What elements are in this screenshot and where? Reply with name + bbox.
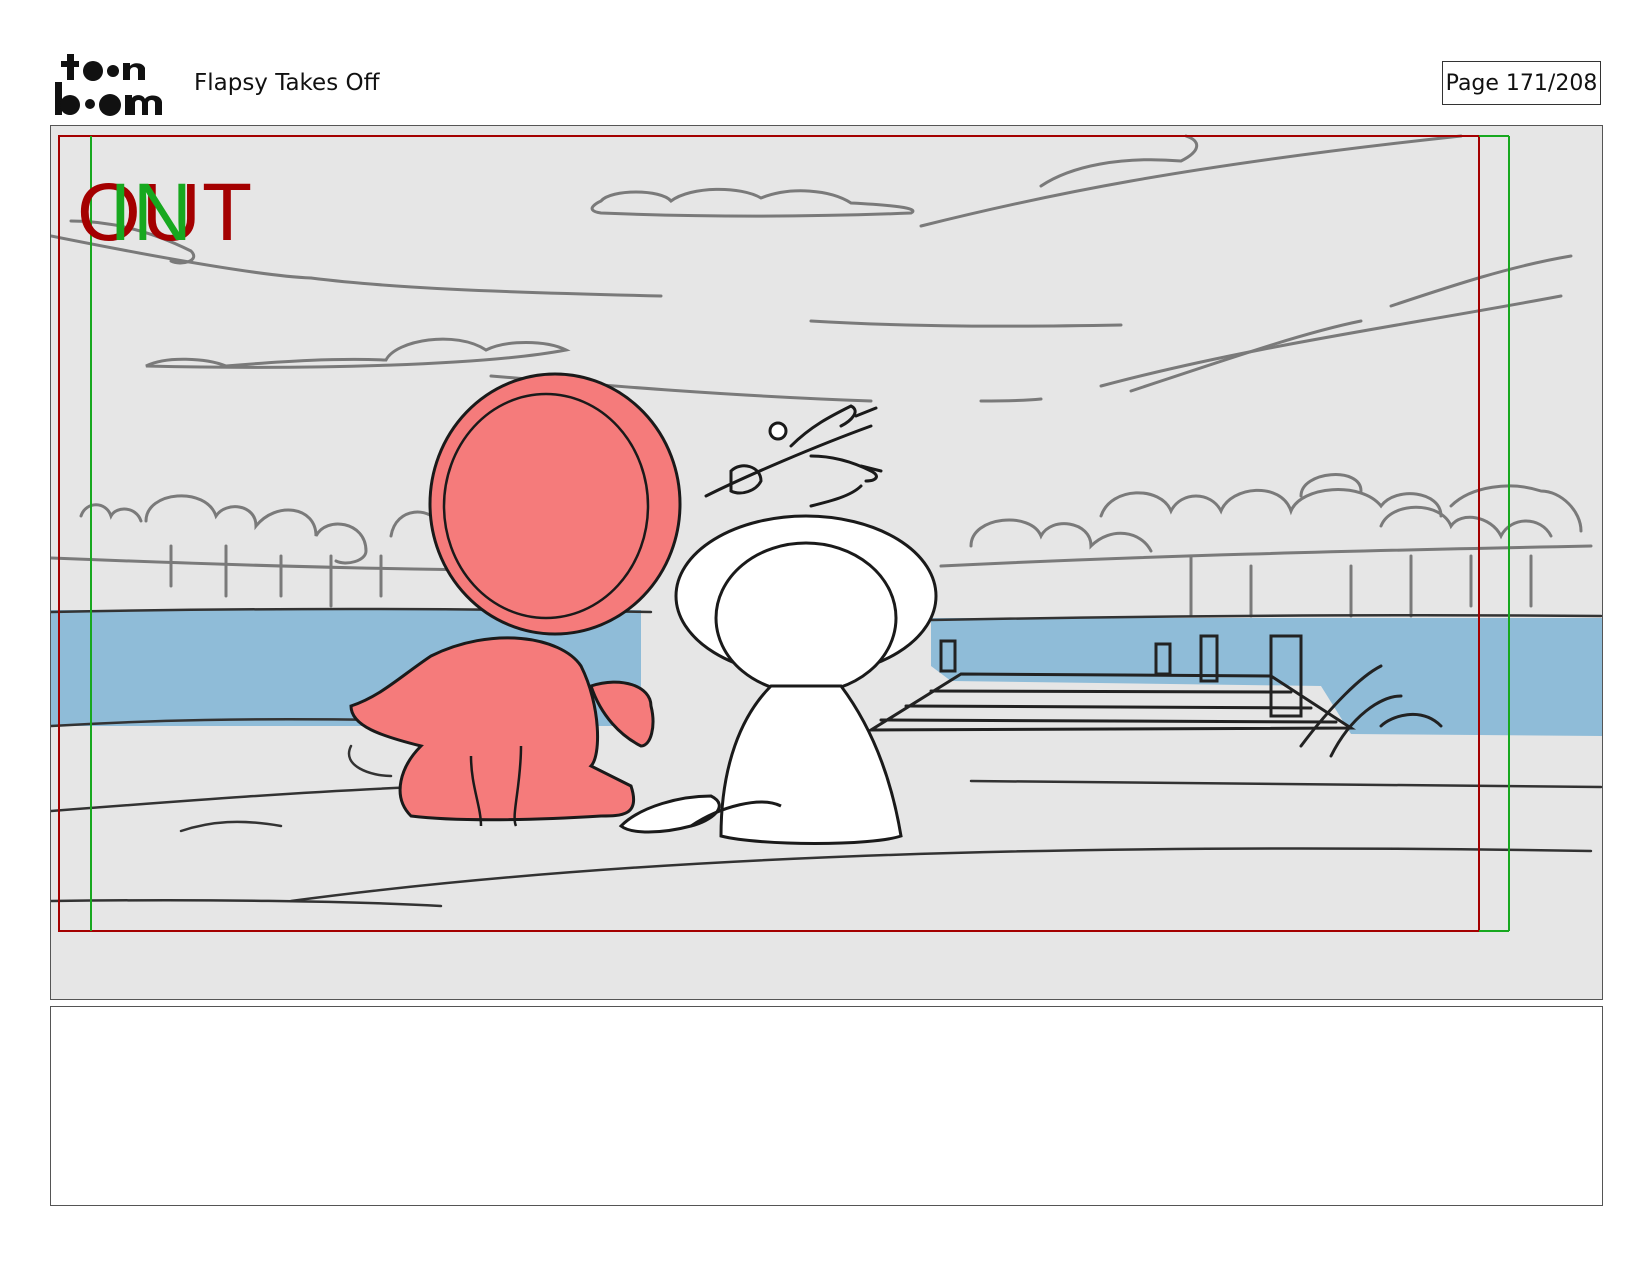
cloud-sketch	[51, 134, 1573, 403]
storyboard-panel: OUT IN	[50, 125, 1603, 1000]
caption-box[interactable]	[50, 1006, 1603, 1206]
toy-plane-sketch	[704, 404, 883, 508]
white-character	[618, 514, 938, 845]
in-label: IN	[109, 167, 193, 258]
page-number: Page 171/208	[1442, 61, 1601, 105]
logo-bottom-row	[55, 82, 162, 116]
red-character	[349, 372, 682, 827]
project-title: Flapsy Takes Off	[194, 70, 380, 96]
logo-top-row	[61, 54, 145, 81]
panel-sketch	[51, 134, 1602, 932]
toonboom-logo	[55, 54, 162, 116]
